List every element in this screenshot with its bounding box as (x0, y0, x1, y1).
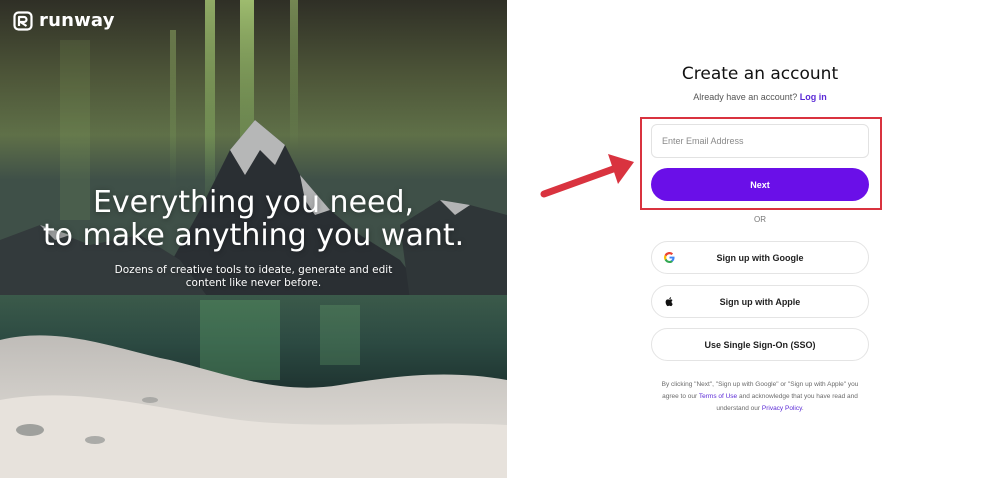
hero-subtitle: Dozens of creative tools to ideate, gene… (0, 264, 507, 290)
hero-subtitle-line2: content like never before. (185, 277, 322, 289)
next-button[interactable]: Next (651, 168, 869, 201)
terms-line1: By clicking "Next", "Sign up with Google… (661, 381, 859, 388)
hero-headline-line2: to make anything you want. (42, 218, 465, 253)
apple-signup-button[interactable]: Sign up with Apple (651, 285, 869, 318)
hero-subtitle-line1: Dozens of creative tools to ideate, gene… (114, 264, 393, 276)
terms-notice: By clicking "Next", "Sign up with Google… (647, 379, 873, 415)
apple-icon (665, 297, 673, 307)
login-link[interactable]: Log in (800, 92, 827, 102)
google-icon (664, 252, 675, 263)
runway-logo[interactable]: runway (13, 10, 115, 31)
brand-name: runway (39, 10, 115, 31)
hero-panel: runway Everything you need, to make anyt… (0, 0, 507, 478)
terms-line2: agree to our Terms of Use and acknowledg… (647, 391, 873, 403)
terms-of-use-link[interactable]: Terms of Use (699, 393, 737, 400)
terms-text: agree to our (662, 393, 699, 400)
terms-line3: understand our Privacy Policy. (647, 403, 873, 415)
have-account-text: Already have an account? (693, 92, 798, 102)
google-signup-button[interactable]: Sign up with Google (651, 241, 869, 274)
apple-signup-label: Sign up with Apple (719, 296, 801, 307)
hero-headline-line1: Everything you need, (92, 185, 415, 220)
login-prompt: Already have an account? Log in (611, 92, 909, 102)
sso-button[interactable]: Use Single Sign-On (SSO) (651, 328, 869, 361)
email-field[interactable] (651, 124, 869, 158)
terms-text: understand our (716, 405, 762, 412)
google-signup-label: Sign up with Google (716, 252, 804, 263)
annotation-arrow-icon (540, 154, 634, 198)
terms-text: and acknowledge that you have read and (737, 393, 858, 400)
page-title: Create an account (681, 64, 839, 84)
terms-text: . (801, 405, 804, 412)
hero-headline: Everything you need, to make anything yo… (0, 186, 507, 252)
runway-logo-icon (13, 10, 33, 31)
privacy-policy-link[interactable]: Privacy Policy (762, 405, 802, 412)
signup-panel: Create an account Already have an accoun… (507, 0, 1000, 478)
or-divider: OR (754, 215, 766, 224)
